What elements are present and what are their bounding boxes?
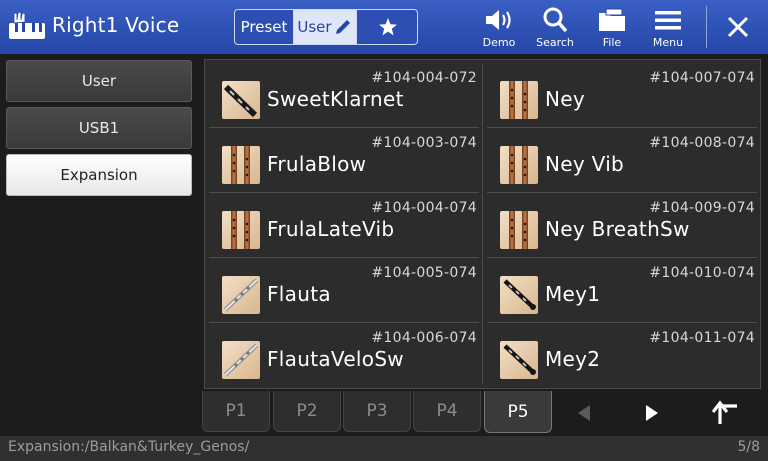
voice-name: Ney [545,87,586,111]
voice-item[interactable]: #104-003-074 FrulaBlow [209,129,479,193]
header-bar: Right1 Voice Preset User Demo Search Fil… [0,0,768,54]
voice-number: #104-006-074 [371,330,477,346]
menu-button[interactable]: Menu [641,6,695,52]
close-button[interactable] [718,8,758,46]
favorite-tab[interactable] [357,10,417,44]
speaker-icon [486,10,511,30]
file-button[interactable]: File [585,6,639,52]
menu-label: Menu [652,36,684,49]
page-tab-p5[interactable]: P5 [484,391,552,433]
voice-number: #104-010-074 [649,265,755,281]
folder-icon [599,8,625,31]
page-title: Right1 Voice [52,13,180,37]
voice-item[interactable]: #104-004-072 SweetKlarnet [209,64,479,128]
star-icon [379,18,397,36]
voice-number: #104-007-074 [649,70,755,86]
voice-item[interactable]: #104-010-074 Mey1 [487,259,757,323]
voice-item[interactable]: #104-004-074 FrulaLateVib [209,194,479,258]
oboe-icon [500,341,538,379]
voice-item[interactable]: #104-007-074 Ney [487,64,757,128]
sidebar-item-expansion[interactable]: Expansion [6,154,192,196]
voice-list: #104-004-072 SweetKlarnet #104-007-074 N… [204,59,761,389]
voice-number: #104-011-074 [649,330,755,346]
silver-flute-icon [222,341,260,379]
triangle-right-icon [646,405,658,421]
page-tab-label: P3 [366,401,388,421]
voice-name: FrulaBlow [267,152,367,176]
voice-category-switch: Preset User [234,9,418,45]
voice-number: #104-008-074 [649,135,755,151]
page-tab-p4[interactable]: P4 [413,391,481,432]
file-label: File [602,36,622,49]
wooden-flute-icon [222,211,260,249]
next-page-button[interactable] [626,393,678,433]
preset-tab-label: Preset [240,18,288,36]
column-divider [482,64,483,384]
sidebar-item-label: User [81,72,117,90]
voice-name: FlautaVeloSw [267,347,404,371]
triangle-left-icon [578,405,590,421]
clarinet-icon [222,81,260,119]
up-arrow-return-icon [711,400,737,424]
page-tab-label: P2 [296,401,318,421]
previous-page-button[interactable] [558,393,610,433]
voice-number: #104-005-074 [371,265,477,281]
close-icon [727,16,749,38]
wooden-flute-icon [500,146,538,184]
demo-button[interactable]: Demo [472,6,526,52]
page-tab-p2[interactable]: P2 [273,391,341,432]
status-bar: Expansion:/Balkan&Turkey_Genos/ 5/8 [0,436,768,461]
page-counter: 5/8 [737,439,760,455]
page-tab-label: P4 [436,401,458,421]
search-icon [543,7,568,33]
demo-label: Demo [482,36,516,49]
voice-item[interactable]: #104-005-074 Flauta [209,259,479,323]
voice-item[interactable]: #104-009-074 Ney BreathSw [487,194,757,258]
preset-tab[interactable]: Preset [235,10,294,44]
sidebar-item-usb1[interactable]: USB1 [6,107,192,149]
wooden-flute-icon [500,81,538,119]
page-tab-label: P1 [225,401,247,421]
search-label: Search [536,36,574,49]
current-path: Expansion:/Balkan&Turkey_Genos/ [8,439,250,455]
header-divider [706,6,707,48]
up-folder-button[interactable] [700,393,752,433]
pencil-icon [335,20,350,34]
voice-item[interactable]: #104-008-074 Ney Vib [487,129,757,193]
user-tab-label: User [297,18,332,36]
wooden-flute-icon [222,146,260,184]
page-tab-p3[interactable]: P3 [343,391,411,432]
voice-name: Mey2 [545,347,601,371]
voice-name: Flauta [267,282,331,306]
voice-number: #104-004-072 [371,70,477,86]
sidebar-item-label: USB1 [78,119,120,137]
voice-item[interactable]: #104-006-074 FlautaVeloSw [209,324,479,388]
voice-name: SweetKlarnet [267,87,404,111]
voice-number: #104-009-074 [649,200,755,216]
voice-name: Ney BreathSw [545,217,690,241]
voice-name: Ney Vib [545,152,625,176]
search-button[interactable]: Search [528,6,582,52]
silver-flute-icon [222,276,260,314]
voice-number: #104-003-074 [371,135,477,151]
user-tab[interactable]: User [294,10,357,44]
sidebar-item-label: Expansion [60,166,138,184]
keyboard-hand-icon [9,11,45,39]
oboe-icon [500,276,538,314]
sidebar-item-user[interactable]: User [6,60,192,102]
hamburger-menu-icon [655,11,681,30]
page-tab-p1[interactable]: P1 [202,391,270,432]
voice-name: FrulaLateVib [267,217,395,241]
wooden-flute-icon [500,211,538,249]
voice-name: Mey1 [545,282,601,306]
page-tab-label: P5 [507,401,529,422]
voice-number: #104-004-074 [371,200,477,216]
voice-item[interactable]: #104-011-074 Mey2 [487,324,757,388]
